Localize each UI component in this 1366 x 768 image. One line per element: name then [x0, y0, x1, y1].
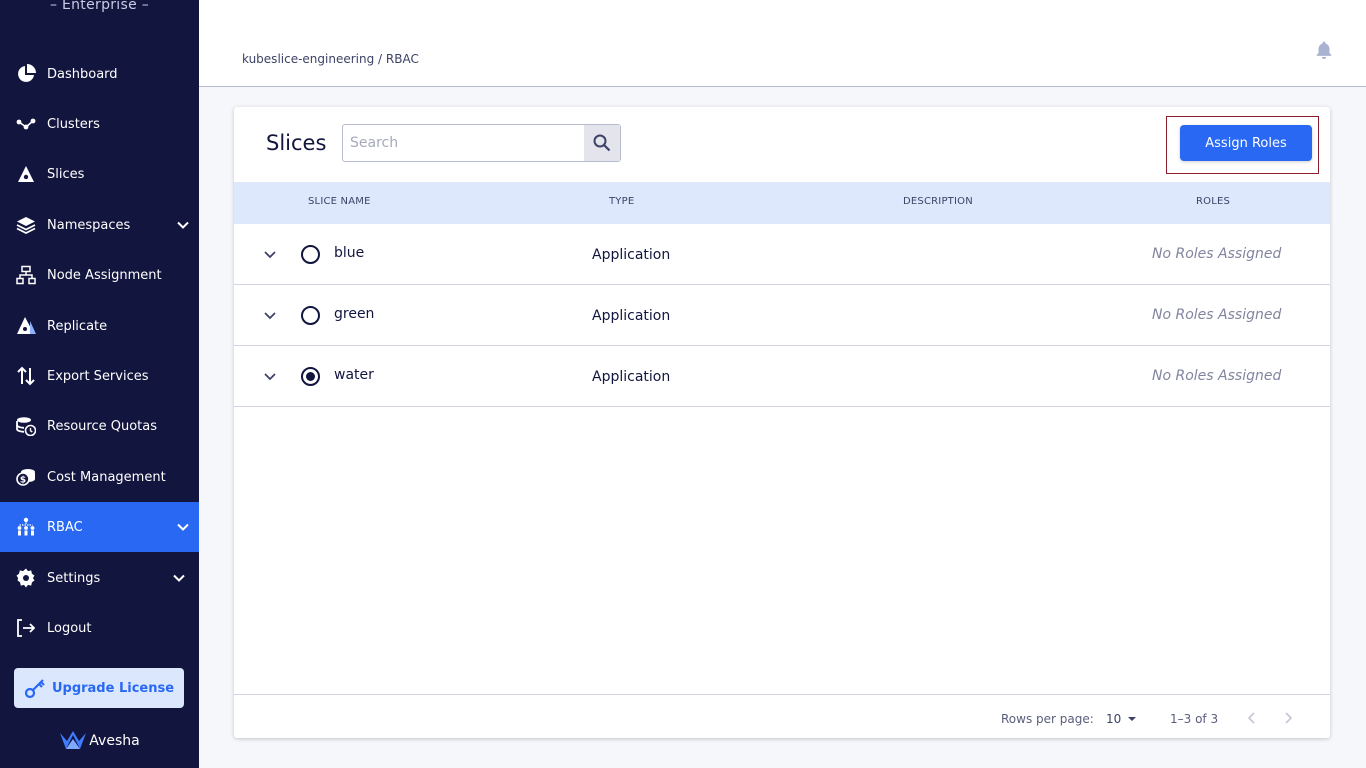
sidebar-item-label: Export Services — [47, 368, 149, 384]
slice-name: green — [334, 306, 375, 322]
arrows-up-down-icon — [15, 365, 37, 387]
sidebar-item-label: Clusters — [47, 116, 100, 132]
sidebar-item-node-assignment[interactable]: Node Assignment — [0, 250, 199, 300]
sidebar-item-cost-management[interactable]: $ Cost Management — [0, 452, 199, 502]
sidebar-item-label: Node Assignment — [47, 267, 162, 283]
layers-icon — [15, 214, 37, 236]
caret-down-icon — [1128, 717, 1137, 721]
rows-per-page-label: Rows per page: — [1001, 712, 1094, 726]
pagination-range: 1–3 of 3 — [1170, 712, 1219, 726]
breadcrumb: kubeslice-engineering / RBAC — [242, 52, 419, 66]
slice-type: Application — [592, 247, 671, 263]
search-button[interactable] — [584, 125, 620, 161]
chevron-down-icon[interactable] — [175, 519, 191, 535]
slice-name: blue — [334, 245, 365, 261]
rows-per-page-select[interactable]: 10 — [1106, 712, 1139, 726]
sidebar-item-dashboard[interactable]: Dashboard — [0, 49, 199, 99]
search-box — [342, 124, 621, 162]
gear-icon — [15, 567, 37, 589]
database-clock-icon — [15, 415, 37, 437]
table-row[interactable]: green Application No Roles Assigned — [234, 285, 1330, 346]
column-header-type[interactable]: TYPE — [609, 196, 634, 207]
sidebar-item-rbac[interactable]: RBAC — [0, 502, 199, 552]
bell-icon[interactable] — [1314, 40, 1334, 60]
slice-roles: No Roles Assigned — [1152, 368, 1282, 384]
row-radio[interactable] — [301, 306, 320, 325]
slice-icon — [15, 163, 37, 185]
table-pagination: Rows per page: 10 1–3 of 3 — [234, 694, 1330, 738]
sidebar-item-replicate[interactable]: Replicate — [0, 301, 199, 351]
slice-name: water — [334, 367, 374, 383]
chevron-right-icon[interactable] — [1280, 710, 1296, 726]
column-header-description[interactable]: DESCRIPTION — [903, 196, 973, 207]
nodes-icon — [15, 113, 37, 135]
chevron-down-icon[interactable] — [175, 217, 191, 233]
slice-type: Application — [592, 369, 671, 385]
upgrade-license-label: Upgrade License — [51, 680, 175, 696]
top-header: kubeslice-engineering / RBAC — [199, 0, 1366, 87]
replicate-icon — [15, 315, 37, 337]
sidebar-item-export-services[interactable]: Export Services — [0, 351, 199, 401]
search-input[interactable] — [343, 125, 584, 161]
hierarchy-icon — [15, 264, 37, 286]
sidebar-item-logout[interactable]: Logout — [0, 603, 199, 653]
logout-icon — [15, 617, 37, 639]
column-header-slice-name[interactable]: SLICE NAME — [308, 196, 371, 207]
rows-per-page-value: 10 — [1106, 712, 1122, 726]
chevron-left-icon[interactable] — [1244, 710, 1260, 726]
logo-text: Avesha — [89, 733, 140, 749]
slices-card: Slices Assign Roles SLICE NAME TYPE DESC… — [234, 107, 1330, 738]
sidebar-item-resource-quotas[interactable]: Resource Quotas — [0, 401, 199, 451]
table-header: SLICE NAME TYPE DESCRIPTION ROLES — [234, 182, 1330, 224]
table-row[interactable]: blue Application No Roles Assigned — [234, 224, 1330, 285]
row-radio[interactable] — [301, 245, 320, 264]
row-radio-selected[interactable] — [301, 367, 320, 386]
avesha-logo: Avesha — [0, 730, 199, 752]
pie-chart-icon — [15, 63, 37, 85]
sidebar-item-clusters[interactable]: Clusters — [0, 99, 199, 149]
chevron-down-icon[interactable] — [262, 307, 278, 323]
table-row[interactable]: water Application No Roles Assigned — [234, 346, 1330, 407]
coins-icon: $ — [15, 466, 37, 488]
sidebar: – Enterprise – Dashboard Clusters Slices… — [0, 0, 199, 768]
column-header-roles[interactable]: ROLES — [1196, 196, 1230, 207]
svg-text:$: $ — [20, 476, 26, 486]
chevron-down-icon[interactable] — [262, 246, 278, 262]
crown-icon — [60, 731, 87, 749]
upgrade-license-button[interactable]: Upgrade License — [14, 668, 184, 708]
key-icon — [24, 679, 45, 699]
sidebar-item-label: Slices — [47, 166, 85, 182]
sidebar-item-label: Resource Quotas — [47, 418, 158, 434]
search-icon — [593, 134, 611, 152]
sidebar-item-label: Replicate — [47, 318, 108, 334]
sidebar-item-slices[interactable]: Slices — [0, 149, 199, 199]
brand-subtitle: – Enterprise – — [49, 0, 150, 13]
slice-type: Application — [592, 308, 671, 324]
sidebar-item-namespaces[interactable]: Namespaces — [0, 200, 199, 250]
chevron-down-icon[interactable] — [171, 570, 187, 586]
sidebar-item-label: Namespaces — [47, 217, 131, 233]
sidebar-item-label: Dashboard — [47, 66, 118, 82]
slice-roles: No Roles Assigned — [1152, 307, 1282, 323]
sidebar-item-label: Cost Management — [47, 469, 166, 485]
people-network-icon — [15, 516, 37, 538]
sidebar-item-label: Logout — [47, 620, 92, 636]
page-title: Slices — [266, 131, 327, 155]
chevron-down-icon[interactable] — [262, 368, 278, 384]
assign-roles-button[interactable]: Assign Roles — [1180, 125, 1312, 161]
sidebar-item-settings[interactable]: Settings — [0, 553, 199, 603]
sidebar-item-label: Settings — [47, 570, 101, 586]
sidebar-item-label: RBAC — [47, 519, 83, 535]
slice-roles: No Roles Assigned — [1152, 246, 1282, 262]
